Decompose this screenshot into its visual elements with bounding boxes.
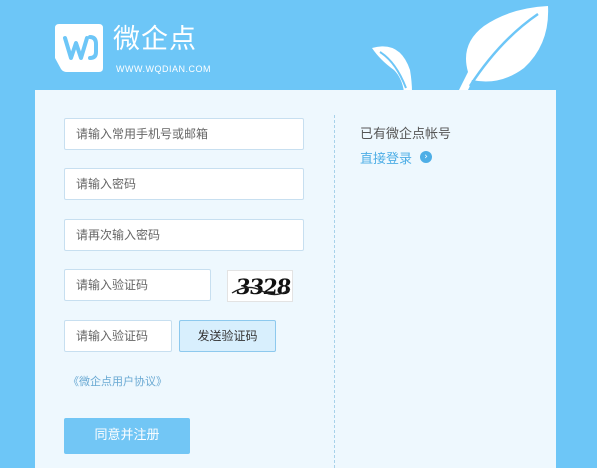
arrow-circle-icon[interactable]: › — [420, 151, 432, 163]
direct-login-link[interactable]: 直接登录 — [360, 148, 412, 167]
send-code-button[interactable]: 发送验证码 — [179, 320, 276, 352]
have-account-text: 已有微企点帐号 — [360, 127, 452, 142]
captcha-input[interactable]: 请输入验证码 — [64, 269, 211, 301]
user-agreement-link[interactable]: 《微企点用户协议》 — [68, 373, 167, 389]
leaf-icon — [372, 6, 549, 92]
brand-name: 微企点 — [113, 24, 197, 55]
phone-email-input[interactable]: 请输入常用手机号或邮箱 — [64, 118, 304, 150]
password-input[interactable]: 请输入密码 — [64, 168, 304, 200]
captcha-image[interactable]: 3328 — [227, 270, 293, 302]
sms-code-input[interactable]: 请输入验证码 — [64, 320, 172, 352]
divider — [334, 115, 335, 468]
register-card: 请输入常用手机号或邮箱 请输入密码 请再次输入密码 请输入验证码 3328 请输… — [35, 90, 556, 468]
confirm-password-input[interactable]: 请再次输入密码 — [64, 219, 304, 251]
captcha-noise — [231, 286, 291, 296]
brand-url: WWW.WQDIAN.COM — [116, 64, 211, 74]
wqdian-logo-icon — [55, 24, 103, 72]
register-button[interactable]: 同意并注册 — [64, 418, 190, 454]
